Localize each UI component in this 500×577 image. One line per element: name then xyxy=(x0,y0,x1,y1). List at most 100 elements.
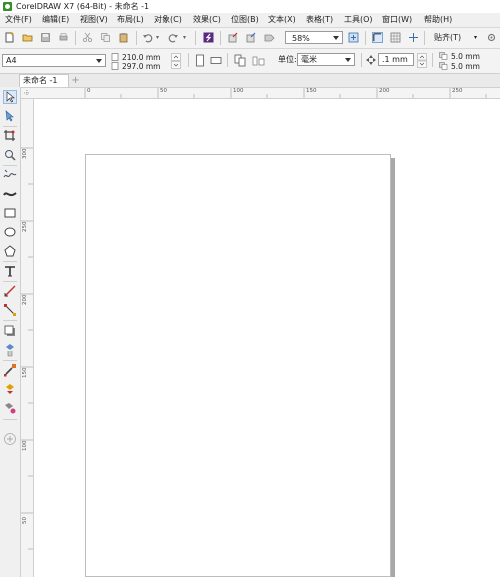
menu-help[interactable]: 帮助(H) xyxy=(424,15,452,25)
redo-icon[interactable] xyxy=(168,32,179,43)
color-eyedropper-tool-icon[interactable] xyxy=(3,363,17,377)
artistic-media-tool-icon[interactable] xyxy=(3,187,17,201)
toolbar-separator xyxy=(188,53,189,67)
current-page-icon[interactable] xyxy=(252,54,266,67)
search-content-icon[interactable] xyxy=(203,32,214,43)
add-tool-icon[interactable] xyxy=(3,432,17,446)
options-icon[interactable] xyxy=(486,32,497,43)
menu-window[interactable]: 窗口(W) xyxy=(382,15,412,25)
freehand-tool-icon[interactable] xyxy=(3,168,17,182)
toolbox-separator xyxy=(3,261,17,262)
toolbar-separator xyxy=(365,31,366,45)
copy-icon[interactable] xyxy=(100,32,111,43)
h-ruler-label: 150 xyxy=(306,88,317,94)
units-value: 毫米 xyxy=(301,55,317,64)
menu-bitmaps[interactable]: 位图(B) xyxy=(231,15,259,25)
drop-shadow-tool-icon[interactable] xyxy=(3,324,17,338)
units-label: 单位: xyxy=(278,55,297,64)
redo-dropdown-icon[interactable]: ▾ xyxy=(183,34,186,41)
menu-object[interactable]: 对象(C) xyxy=(154,15,182,25)
parallel-dimension-tool-icon[interactable] xyxy=(3,284,17,298)
chevron-down-icon: ▾ xyxy=(473,34,477,41)
menu-edit[interactable]: 编辑(E) xyxy=(42,15,69,25)
transparency-tool-icon[interactable] xyxy=(3,343,17,357)
document-page[interactable] xyxy=(85,154,391,577)
duplicate-distance-y-input[interactable]: 5.0 mm xyxy=(451,62,480,71)
toolbar-separator xyxy=(361,53,362,67)
smart-fill-tool-icon[interactable] xyxy=(3,401,17,415)
zoom-tool-icon[interactable] xyxy=(3,148,17,162)
standard-toolbar: ▾ ▾ 58% 贴齐(T) ▾ xyxy=(0,28,500,49)
property-bar: A4 210.0 mm 297.0 mm 单位: 毫米 .1 mm 5.0 mm… xyxy=(0,49,500,74)
menu-bar: 文件(F) 编辑(E) 视图(V) 布局(L) 对象(C) 效果(C) 位图(B… xyxy=(0,13,500,28)
full-screen-preview-icon[interactable] xyxy=(348,32,359,43)
all-pages-icon[interactable] xyxy=(234,54,247,67)
v-ruler-label: 100 xyxy=(22,440,28,452)
undo-dropdown-icon[interactable]: ▾ xyxy=(156,34,159,41)
text-tool-icon[interactable] xyxy=(3,264,17,278)
document-tab-label: 未命名 -1 xyxy=(23,76,58,85)
import-icon[interactable] xyxy=(228,32,239,43)
crop-tool-icon[interactable] xyxy=(3,129,17,143)
portrait-orientation-icon[interactable] xyxy=(194,54,206,67)
document-tab-bar: 未命名 -1 + xyxy=(0,74,500,88)
toolbar-separator xyxy=(432,53,433,67)
duplicate-distance-y-icon xyxy=(439,62,448,70)
cut-icon[interactable] xyxy=(82,32,93,43)
page-size-spinner-icon[interactable] xyxy=(171,53,181,69)
snap-to-label: 贴齐(T) xyxy=(434,33,462,42)
page-width-input[interactable]: 210.0 mm xyxy=(122,53,160,62)
toolbox-separator xyxy=(3,419,17,420)
menu-view[interactable]: 视图(V) xyxy=(80,15,108,25)
document-tab[interactable]: 未命名 -1 xyxy=(19,74,69,87)
nudge-distance-input[interactable]: .1 mm xyxy=(378,53,414,66)
new-document-icon[interactable] xyxy=(4,32,15,43)
vertical-ruler[interactable]: 300 250 200 150 100 50 xyxy=(21,99,34,577)
snap-to-button[interactable]: 贴齐(T) ▾ xyxy=(428,31,480,44)
rectangle-tool-icon[interactable] xyxy=(3,206,17,220)
v-ruler-label: 300 xyxy=(22,148,28,160)
page-size-select[interactable]: A4 xyxy=(2,54,106,67)
landscape-orientation-icon[interactable] xyxy=(210,54,222,67)
paste-icon[interactable] xyxy=(118,32,129,43)
open-folder-icon[interactable] xyxy=(22,32,33,43)
toolbox-separator xyxy=(3,126,17,127)
undo-icon[interactable] xyxy=(142,32,153,43)
toolbar-separator xyxy=(75,31,76,45)
print-icon[interactable] xyxy=(58,32,69,43)
shape-tool-icon[interactable] xyxy=(3,109,17,123)
show-guidelines-icon[interactable] xyxy=(408,32,419,43)
menu-table[interactable]: 表格(T) xyxy=(306,15,333,25)
menu-effects[interactable]: 效果(C) xyxy=(193,15,221,25)
horizontal-ruler[interactable]: 0 50 100 150 200 250 xyxy=(33,88,500,99)
menu-file[interactable]: 文件(F) xyxy=(5,15,32,25)
ellipse-tool-icon[interactable] xyxy=(3,225,17,239)
show-grid-icon[interactable] xyxy=(390,32,401,43)
menu-layout[interactable]: 布局(L) xyxy=(117,15,144,25)
nudge-spinner-icon[interactable] xyxy=(417,53,427,68)
polygon-tool-icon[interactable] xyxy=(3,244,17,258)
h-ruler-label: 50 xyxy=(160,88,167,94)
connector-tool-icon[interactable] xyxy=(3,303,17,317)
menu-text[interactable]: 文本(X) xyxy=(268,15,296,25)
save-icon[interactable] xyxy=(40,32,51,43)
add-document-tab-icon[interactable]: + xyxy=(71,76,80,86)
duplicate-distance-x-input[interactable]: 5.0 mm xyxy=(451,52,480,61)
h-ruler-label: 250 xyxy=(452,88,463,94)
show-rulers-icon[interactable] xyxy=(372,32,383,43)
units-select[interactable]: 毫米 xyxy=(297,53,355,66)
export-icon[interactable] xyxy=(246,32,257,43)
toolbox-separator xyxy=(3,360,17,361)
chevron-down-icon xyxy=(333,36,339,40)
zoom-level-select[interactable]: 58% xyxy=(285,31,343,44)
page-width-icon xyxy=(111,53,119,61)
interactive-fill-tool-icon[interactable] xyxy=(3,382,17,396)
toolbar-separator xyxy=(220,31,221,45)
horizontal-ruler-ticks xyxy=(84,88,487,98)
duplicate-distance-x-icon xyxy=(439,52,448,60)
publish-pdf-icon[interactable] xyxy=(264,32,275,43)
page-height-input[interactable]: 297.0 mm xyxy=(122,62,160,71)
pick-tool-icon[interactable] xyxy=(3,90,17,104)
page-height-icon xyxy=(111,62,119,70)
menu-tools[interactable]: 工具(O) xyxy=(344,15,373,25)
